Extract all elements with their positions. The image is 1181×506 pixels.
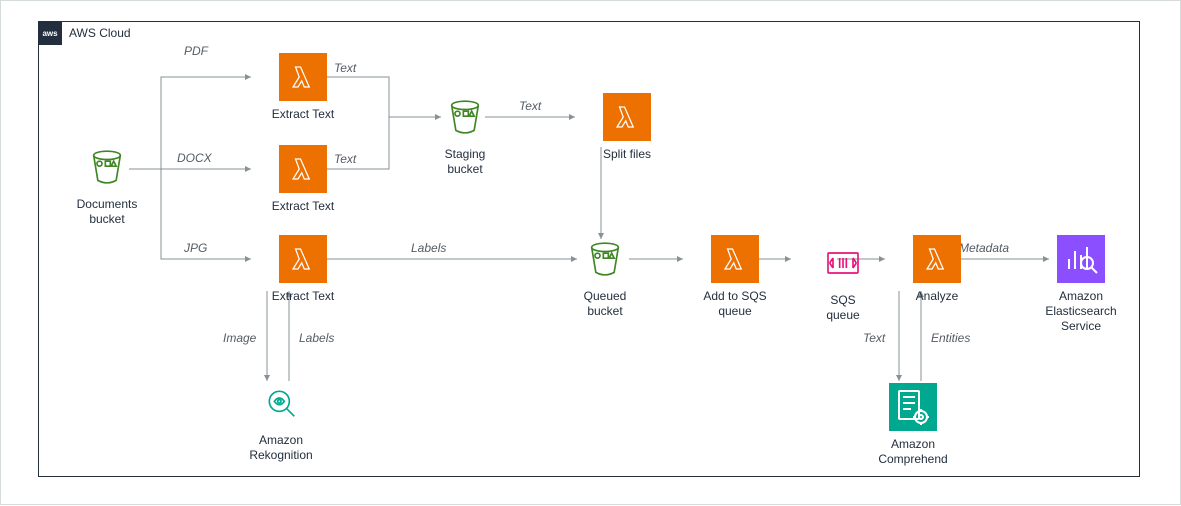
edge-label-image: Image: [223, 331, 256, 345]
node-split-files: Split files: [577, 93, 677, 162]
node-analyze: Analyze: [887, 235, 987, 304]
node-add-to-sqs: Add to SQSqueue: [685, 235, 785, 319]
s3-bucket-icon: [585, 239, 625, 283]
node-label: Extract Text: [253, 107, 353, 122]
node-documents-bucket: Documentsbucket: [57, 147, 157, 227]
edge-label-docx: DOCX: [177, 151, 212, 165]
elasticsearch-icon: [1057, 235, 1105, 283]
node-label: Split files: [577, 147, 677, 162]
lambda-icon: [279, 235, 327, 283]
node-staging-bucket: Stagingbucket: [415, 97, 515, 177]
node-label: Extract Text: [253, 289, 353, 304]
node-rekognition: AmazonRekognition: [231, 383, 331, 463]
node-comprehend: AmazonComprehend: [863, 383, 963, 467]
node-label: Documentsbucket: [57, 197, 157, 227]
node-elasticsearch: AmazonElasticsearchService: [1031, 235, 1131, 334]
node-label: Analyze: [887, 289, 987, 304]
s3-bucket-icon: [445, 97, 485, 141]
lambda-icon: [279, 145, 327, 193]
lambda-icon: [279, 53, 327, 101]
node-label: Extract Text: [253, 199, 353, 214]
lambda-icon: [711, 235, 759, 283]
edge-label-pdf: PDF: [184, 44, 208, 58]
edge-label-labels-jpg: Labels: [411, 241, 446, 255]
node-extract-text-jpg: Extract Text: [253, 235, 353, 304]
node-label: AmazonElasticsearchService: [1031, 289, 1131, 334]
edge-label-jpg: JPG: [184, 241, 207, 255]
node-label: AmazonRekognition: [231, 433, 331, 463]
node-label: SQSqueue: [793, 293, 893, 323]
edge-label-text-stage: Text: [519, 99, 541, 113]
lambda-icon: [913, 235, 961, 283]
lambda-icon: [603, 93, 651, 141]
node-extract-text-docx: Extract Text: [253, 145, 353, 214]
s3-bucket-icon: [87, 147, 127, 191]
node-queued-bucket: Queuedbucket: [555, 239, 655, 319]
rekognition-icon: [261, 383, 301, 427]
node-label: AmazonComprehend: [863, 437, 963, 467]
edge-label-labels-rek: Labels: [299, 331, 334, 345]
node-label: Queuedbucket: [555, 289, 655, 319]
node-label: Stagingbucket: [415, 147, 515, 177]
comprehend-icon: [889, 383, 937, 431]
node-label: Add to SQSqueue: [685, 289, 785, 319]
edge-label-entities: Entities: [931, 331, 970, 345]
node-sqs-queue: SQSqueue: [793, 243, 893, 323]
sqs-queue-icon: [823, 243, 863, 287]
node-extract-text-pdf: Extract Text: [253, 53, 353, 122]
edge-label-text-analyze: Text: [863, 331, 885, 345]
